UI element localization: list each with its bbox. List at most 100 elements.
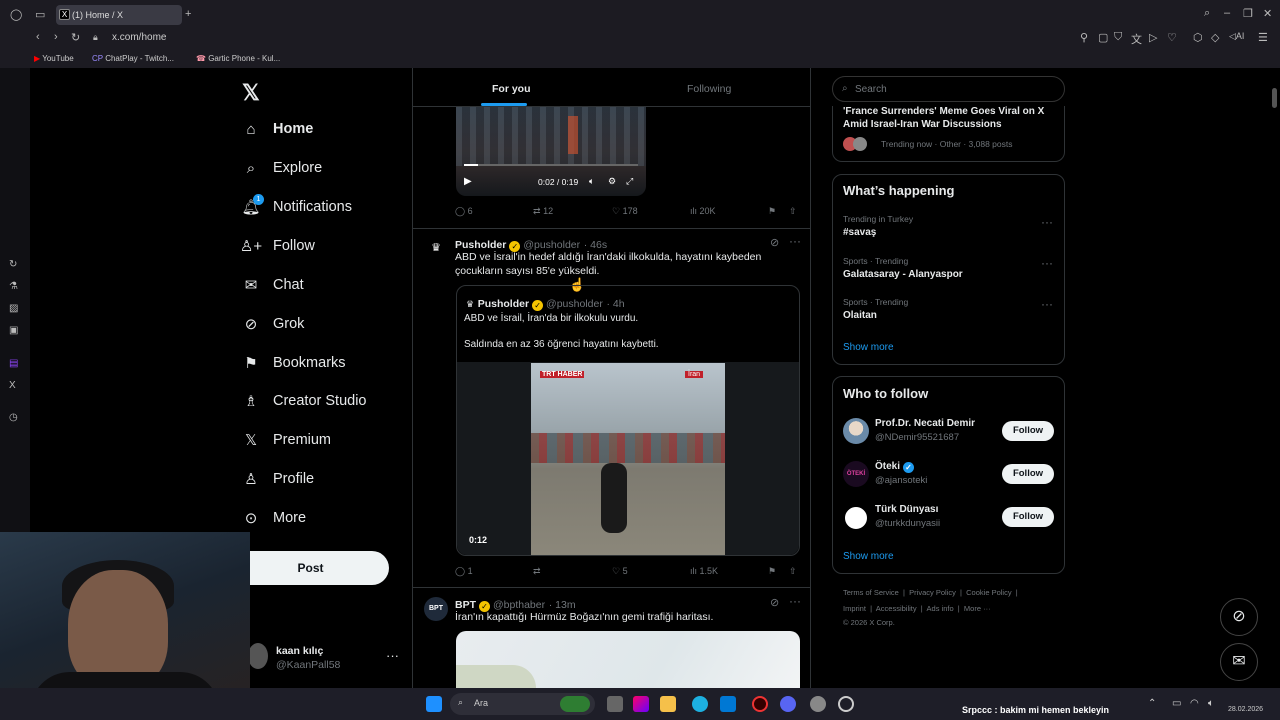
tray-chevron-icon[interactable]: ⌃ (1148, 698, 1156, 709)
address-bar[interactable]: x.com/home (112, 32, 166, 43)
pusholder-avatar[interactable]: ♛ (424, 236, 448, 260)
task-view-icon[interactable] (607, 696, 623, 712)
taskbar-clock[interactable]: 28.02.2026 (1228, 706, 1263, 713)
account-name[interactable]: kaan kılıç (276, 645, 323, 657)
tab-overview-icon[interactable]: ▭ (35, 8, 45, 21)
taskbar-search[interactable]: ⌕ Ara (450, 693, 595, 715)
opera-taskbar-icon[interactable] (752, 696, 768, 712)
nav-grok[interactable]: ⊘ Grok (242, 309, 305, 339)
avatar[interactable] (843, 418, 869, 444)
nav-creator-studio[interactable]: ♗ Creator Studio (242, 386, 366, 416)
wifi-icon[interactable]: ◠ (1190, 698, 1199, 709)
settings-icon[interactable]: ⚙ (608, 176, 616, 187)
suggested-user-handle[interactable]: @ajansoteki (875, 475, 927, 486)
search-input[interactable]: ⌕ Search (832, 76, 1065, 102)
messages-fab-icon[interactable]: ✉ (1220, 643, 1258, 681)
nav-premium[interactable]: 𝕏 Premium (242, 425, 331, 455)
translate-icon[interactable]: 文 (1131, 31, 1142, 47)
nav-follow[interactable]: ♙+ Follow (240, 231, 315, 261)
share-icon[interactable]: ⇧ (789, 566, 797, 577)
suggested-user-name[interactable]: Prof.Dr. Necati Demir (875, 418, 975, 429)
bpt-avatar[interactable]: BPT (424, 597, 448, 621)
nav-bookmarks[interactable]: ⚑ Bookmarks (242, 348, 345, 378)
nav-more[interactable]: ⊙ More (242, 503, 306, 533)
more-link[interactable]: More ··· (964, 604, 991, 613)
show-more-link[interactable]: Show more (843, 551, 894, 562)
post-more-icon[interactable]: ··· (789, 234, 801, 248)
nav-profile[interactable]: ♙ Profile (242, 464, 314, 494)
account-more-icon[interactable]: ··· (386, 648, 399, 663)
new-tab-icon[interactable]: + (185, 8, 191, 20)
grok-icon[interactable]: ⊘ (770, 596, 779, 609)
edge-icon[interactable] (692, 696, 708, 712)
snapshot-icon[interactable]: ▢ (1098, 31, 1108, 44)
copilot-icon[interactable] (633, 696, 649, 712)
reload-icon[interactable]: ↻ (71, 31, 80, 44)
search-icon[interactable]: ⌕ (1204, 7, 1210, 20)
x-sidebar-icon[interactable]: X (9, 380, 16, 391)
flask-icon[interactable]: ⚗ (9, 281, 18, 292)
trend-more-icon[interactable]: ··· (1041, 215, 1053, 229)
accessibility-link[interactable]: Accessibility (876, 604, 917, 613)
map-image[interactable] (456, 631, 800, 688)
extensions-icon[interactable]: ⬡ (1193, 31, 1203, 44)
suggested-user-handle[interactable]: @NDemir95521687 (875, 432, 959, 443)
terms-link[interactable]: Terms of Service (843, 588, 899, 597)
bookmark-chatplay[interactable]: CP ChatPlay - Twitch... (92, 54, 174, 63)
bookmark-gartic[interactable]: ☎ Gartic Phone - Kul... (196, 54, 280, 63)
follow-button[interactable]: Follow (1002, 421, 1054, 441)
repost-button[interactable]: ⇄ (533, 566, 541, 577)
steam-icon[interactable] (838, 696, 854, 712)
suggested-user-name[interactable]: Öteki ✓ (875, 461, 917, 473)
trend-more-icon[interactable]: ··· (1041, 256, 1053, 270)
grok-fab-icon[interactable]: ⊘ (1220, 598, 1258, 636)
views-button[interactable]: ılı 20K (690, 206, 716, 216)
account-handle[interactable]: @KaanPall58 (276, 659, 340, 671)
windows-start-icon[interactable] (426, 696, 442, 712)
avatar[interactable] (248, 643, 268, 669)
play-icon[interactable]: ▷ (1149, 31, 1157, 44)
shield-icon[interactable]: ⛉ (1114, 31, 1122, 44)
bookmark-icon[interactable]: ⚑ (768, 206, 776, 217)
fullscreen-icon[interactable]: ⤢ (626, 176, 633, 187)
like-button[interactable]: ♡ 5 (612, 566, 628, 577)
wallet-icon[interactable]: ◇ (1211, 31, 1219, 44)
page-scrollbar[interactable] (1272, 88, 1277, 108)
nav-explore[interactable]: ⌕ Explore (242, 153, 322, 183)
volume-icon[interactable]: 🔈︎ (589, 176, 594, 187)
tab-for-you[interactable]: For you (492, 83, 531, 95)
opera-logo-icon[interactable]: ◯ (10, 8, 22, 21)
pattern-icon[interactable]: ▨ (9, 303, 18, 314)
file-explorer-icon[interactable] (660, 696, 676, 712)
trend-topic[interactable]: Galatasaray - Alanyaspor (843, 269, 963, 280)
nav-chat[interactable]: ✉ Chat (242, 270, 304, 300)
trend-topic[interactable]: #savaş (843, 227, 876, 238)
video-player[interactable]: ▶ 0:02 / 0:19 🔈︎ ⚙ ⤢ (456, 106, 646, 196)
pin-icon[interactable]: ⚲ (1080, 31, 1088, 44)
browser-tab[interactable]: X (1) Home / X (56, 5, 182, 25)
maximize-icon[interactable]: ❐ (1243, 7, 1253, 20)
repost-button[interactable]: ⇄ 12 (533, 206, 553, 217)
like-button[interactable]: ♡ 178 (612, 206, 638, 217)
forward-icon[interactable]: › (54, 31, 58, 43)
minimize-icon[interactable]: – (1224, 7, 1230, 19)
post-button[interactable]: Post (232, 551, 389, 585)
nav-home[interactable]: ⌂ Home (242, 114, 313, 144)
ads-info-link[interactable]: Ads info (927, 604, 954, 613)
grok-icon[interactable]: ⊘ (770, 236, 779, 249)
video-progress[interactable] (464, 164, 638, 166)
store-icon[interactable] (720, 696, 736, 712)
messenger-icon[interactable]: ▣ (9, 325, 18, 336)
reply-button[interactable]: ◯ 1 (455, 566, 473, 577)
imprint-link[interactable]: Imprint (843, 604, 866, 613)
volume-icon[interactable]: 🔈︎ (1208, 698, 1214, 709)
x-logo-icon[interactable]: 𝕏 (242, 80, 260, 106)
share-icon[interactable]: ⇧ (789, 206, 797, 217)
views-button[interactable]: ılı 1.5K (690, 566, 718, 576)
play-icon[interactable]: ▶ (464, 176, 472, 187)
back-icon[interactable]: ‹ (36, 31, 40, 43)
follow-button[interactable]: Follow (1002, 507, 1054, 527)
avatar[interactable] (843, 505, 869, 531)
nav-notifications[interactable]: 🔔︎ 1 Notifications (241, 192, 352, 222)
history-icon[interactable]: ◷ (9, 412, 18, 423)
